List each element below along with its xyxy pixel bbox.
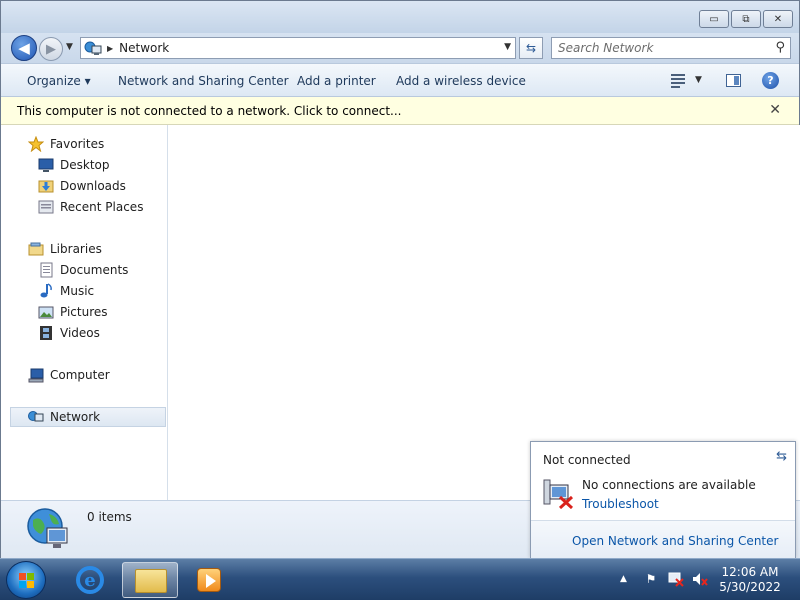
change-view-icon[interactable] [671, 73, 685, 88]
clock-date: 5/30/2022 [719, 580, 781, 594]
add-printer-button[interactable]: Add a printer [297, 74, 376, 88]
item-count: 0 items [87, 510, 132, 524]
command-bar: Organize ▾ Network and Sharing Center Ad… [1, 63, 799, 97]
computer-icon [28, 367, 44, 383]
info-bar[interactable]: This computer is not connected to a netw… [1, 97, 799, 125]
nav-videos-label: Videos [60, 326, 100, 340]
network-sharing-center-button[interactable]: Network and Sharing Center [118, 74, 289, 88]
breadcrumb-network[interactable]: Network [119, 41, 169, 55]
nav-music-label: Music [60, 284, 95, 298]
nav-desktop[interactable]: Desktop [38, 155, 110, 175]
open-network-sharing-center-link[interactable]: Open Network and Sharing Center [572, 534, 778, 548]
nav-computer[interactable]: Computer [28, 365, 110, 385]
search-input[interactable] [552, 38, 757, 58]
downloads-folder-icon [38, 178, 54, 194]
refresh-connections-icon[interactable]: ⇆ [776, 449, 787, 464]
system-clock[interactable]: 12:06 AM 5/30/2022 [718, 565, 782, 595]
refresh-icon: ⇆ [525, 41, 537, 55]
info-bar-close-icon[interactable]: ✕ [769, 102, 781, 118]
folder-icon [135, 569, 167, 593]
troubleshoot-link[interactable]: Troubleshoot [582, 497, 659, 511]
nav-downloads-label: Downloads [60, 179, 126, 193]
nav-recent-places-label: Recent Places [60, 200, 144, 214]
info-bar-message[interactable]: This computer is not connected to a netw… [17, 104, 401, 118]
back-arrow-icon: ◀ [18, 39, 30, 57]
caption-buttons: ▭ ⧉ ✕ [699, 10, 793, 28]
nav-libraries[interactable]: Libraries [28, 239, 102, 259]
organize-button[interactable]: Organize ▾ [27, 74, 91, 88]
nav-desktop-label: Desktop [60, 158, 110, 172]
nav-network[interactable]: Network [10, 407, 166, 427]
minimize-button[interactable]: ▭ [699, 10, 729, 28]
music-note-icon [38, 283, 54, 299]
clock-time: 12:06 AM [721, 565, 779, 579]
show-hidden-icons-icon[interactable]: ▲ [620, 574, 627, 584]
network-icon [84, 40, 102, 56]
network-disconnected-tray-icon[interactable] [668, 571, 684, 587]
add-wireless-device-button[interactable]: Add a wireless device [396, 74, 526, 88]
nav-network-label: Network [50, 410, 101, 424]
desktop-icon [38, 157, 54, 173]
film-strip-icon [38, 325, 54, 341]
nav-pictures[interactable]: Pictures [38, 302, 108, 322]
title-bar[interactable]: ▭ ⧉ ✕ [1, 1, 799, 33]
address-dropdown-icon[interactable]: ▼ [504, 42, 511, 52]
nav-documents-label: Documents [60, 263, 129, 277]
taskbar-internet-explorer[interactable]: e [62, 562, 118, 598]
navigation-pane: Favorites Desktop Downloads Recent Place… [1, 125, 168, 500]
taskbar-windows-explorer[interactable] [122, 562, 178, 598]
not-connected-icon [543, 479, 574, 509]
refresh-button[interactable]: ⇆ [519, 37, 543, 59]
nav-recent-places[interactable]: Recent Places [38, 197, 143, 217]
taskbar-media-player[interactable] [182, 562, 238, 598]
address-bar[interactable]: ▶ Network ▼ [80, 37, 516, 59]
recent-places-icon [38, 199, 54, 215]
documents-icon [38, 262, 54, 278]
internet-explorer-icon: e [76, 566, 104, 594]
preview-pane-icon[interactable] [726, 74, 741, 87]
nav-favorites-label: Favorites [50, 137, 105, 151]
help-icon[interactable]: ? [762, 72, 779, 89]
close-button[interactable]: ✕ [763, 10, 793, 28]
star-icon [27, 135, 45, 153]
nav-computer-label: Computer [50, 368, 110, 382]
popup-top-section: Not connected ⇆ No connections are avail… [531, 442, 795, 520]
volume-muted-icon[interactable] [692, 571, 708, 587]
taskbar: e ▲ ⚑ 12:06 AM 5/30/2022 [0, 558, 800, 600]
media-player-icon [197, 568, 221, 592]
breadcrumb-chevron-icon[interactable]: ▶ [107, 44, 113, 53]
popup-bottom-section: Open Network and Sharing Center [531, 520, 795, 559]
forward-arrow-icon: ▶ [46, 41, 56, 57]
address-row: ◀ ▶ ▼ ▶ Network ▼ ⇆ ⚲ [1, 33, 799, 63]
network-globe-icon [27, 508, 68, 548]
search-box: ⚲ [551, 37, 791, 59]
nav-pictures-label: Pictures [60, 305, 108, 319]
action-center-flag-icon[interactable]: ⚑ [643, 571, 659, 587]
nav-favorites[interactable]: Favorites [27, 134, 105, 154]
forward-button[interactable]: ▶ [39, 37, 63, 61]
nav-documents[interactable]: Documents [38, 260, 128, 280]
nav-downloads[interactable]: Downloads [38, 176, 126, 196]
nav-music[interactable]: Music [38, 281, 94, 301]
search-icon[interactable]: ⚲ [775, 40, 785, 55]
libraries-icon [28, 241, 44, 257]
start-button[interactable] [6, 561, 46, 599]
recent-pages-dropdown[interactable]: ▼ [66, 42, 73, 52]
maximize-button[interactable]: ⧉ [731, 10, 761, 28]
network-icon [28, 409, 44, 425]
back-button[interactable]: ◀ [11, 35, 37, 61]
view-options-dropdown-icon[interactable]: ▼ [695, 75, 702, 85]
popup-title: Not connected [543, 453, 631, 467]
nav-videos[interactable]: Videos [38, 323, 100, 343]
pictures-icon [38, 304, 54, 320]
no-connections-text: No connections are available [582, 478, 756, 492]
network-status-popup: Not connected ⇆ No connections are avail… [530, 441, 796, 559]
nav-libraries-label: Libraries [50, 242, 102, 256]
